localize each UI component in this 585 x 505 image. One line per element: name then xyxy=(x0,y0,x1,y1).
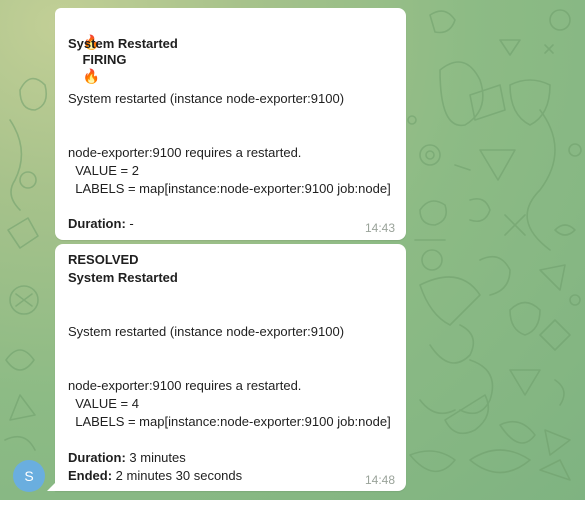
message-value: VALUE = 4 xyxy=(68,396,139,411)
message-title: System Restarted xyxy=(68,270,178,285)
message-labels: LABELS = map[instance:node-exporter:9100… xyxy=(68,414,391,429)
ended-value: 2 minutes 30 seconds xyxy=(112,468,243,483)
avatar[interactable]: S xyxy=(13,460,45,492)
message-summary: System restarted (instance node-exporter… xyxy=(68,324,345,339)
window-bottom-edge xyxy=(0,500,585,505)
ended-label: Ended: xyxy=(68,468,113,483)
message-labels: LABELS = map[instance:node-exporter:9100… xyxy=(68,181,391,196)
duration-value: - xyxy=(125,216,134,231)
message-status: FIRING xyxy=(82,52,127,67)
message-duration: Duration: 3 minutes xyxy=(68,449,186,466)
fire-emoji-icon: 🔥 xyxy=(82,68,100,84)
message-summary: System restarted (instance node-exporter… xyxy=(68,91,345,106)
message-bubble-resolved[interactable]: RESOLVED System Restarted System restart… xyxy=(55,244,406,491)
message-timestamp: 14:43 xyxy=(364,221,395,235)
message-status: RESOLVED xyxy=(68,252,139,267)
message-timestamp: 14:48 xyxy=(364,473,395,487)
message-value: VALUE = 2 xyxy=(68,163,139,178)
duration-label: Duration: xyxy=(68,216,126,231)
duration-value: 3 minutes xyxy=(125,450,186,465)
message-description: node-exporter:9100 requires a restarted. xyxy=(68,145,302,160)
message-duration: Duration: - xyxy=(68,215,134,232)
duration-label: Duration: xyxy=(68,450,126,465)
message-bubble-firing[interactable]: 🔥 FIRING 🔥 System Restarted System resta… xyxy=(55,8,406,240)
message-ended: Ended: 2 minutes 30 seconds xyxy=(68,467,242,484)
message-description: node-exporter:9100 requires a restarted. xyxy=(68,378,302,393)
bubble-tail xyxy=(47,482,56,491)
message-title: System Restarted xyxy=(68,36,178,51)
